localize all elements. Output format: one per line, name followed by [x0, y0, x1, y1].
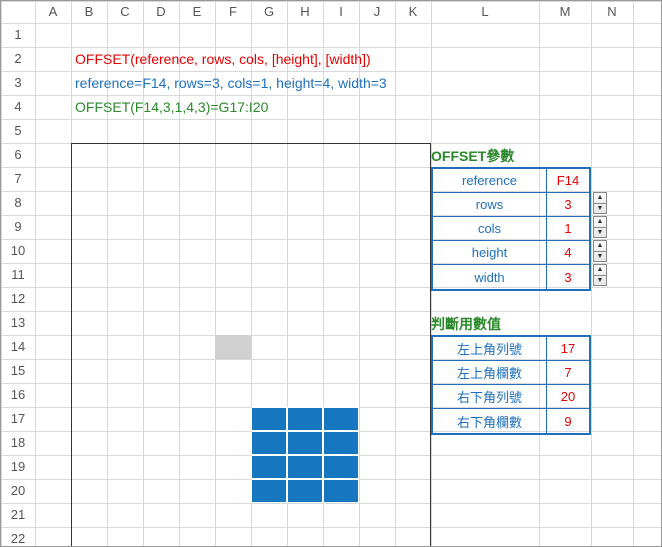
judge-label: 右下角欄數	[433, 409, 547, 433]
row-header-19[interactable]: 19	[1, 455, 35, 479]
col-header-F[interactable]: F	[215, 1, 251, 23]
formula-result: OFFSET(F14,3,1,4,3)=G17:I20	[71, 95, 471, 119]
result-cell	[251, 479, 287, 503]
judge-row: 左上角列號17	[433, 337, 589, 361]
param-value: 3	[547, 265, 589, 289]
param-label: cols	[433, 217, 547, 240]
row-header-12[interactable]: 12	[1, 287, 35, 311]
result-cell	[323, 455, 359, 479]
judge-row: 右下角列號20	[433, 385, 589, 409]
judge-row: 左上角欄數7	[433, 361, 589, 385]
col-header-A[interactable]: A	[35, 1, 71, 23]
param-row-rows: rows3	[433, 193, 589, 217]
row-header-6[interactable]: 6	[1, 143, 35, 167]
row-header-22[interactable]: 22	[1, 527, 35, 547]
param-label: width	[433, 265, 547, 289]
row-header-4[interactable]: 4	[1, 95, 35, 119]
spinner-width[interactable]: ▲▼	[593, 264, 607, 286]
col-header-J[interactable]: J	[359, 1, 395, 23]
judge-value: 20	[547, 385, 589, 408]
row-header-17[interactable]: 17	[1, 407, 35, 431]
row-header-13[interactable]: 13	[1, 311, 35, 335]
col-header-L[interactable]: L	[431, 1, 539, 23]
spinner-cols[interactable]: ▲▼	[593, 216, 607, 238]
judge-value: 9	[547, 409, 589, 433]
param-row-cols: cols1	[433, 217, 589, 241]
judge-value: 17	[547, 337, 589, 360]
spreadsheet[interactable]: ABCDEFGHIJKLMN12345678910111213141516171…	[0, 0, 662, 547]
formula-args: reference=F14, rows=3, cols=1, height=4,…	[71, 71, 471, 95]
row-header-14[interactable]: 14	[1, 335, 35, 359]
judge-row: 右下角欄數9	[433, 409, 589, 433]
result-cell	[251, 431, 287, 455]
param-label: height	[433, 241, 547, 264]
spinner-rows[interactable]: ▲▼	[593, 192, 607, 214]
row-header-9[interactable]: 9	[1, 215, 35, 239]
col-header-G[interactable]: G	[251, 1, 287, 23]
col-header-I[interactable]: I	[323, 1, 359, 23]
param-label: rows	[433, 193, 547, 216]
param-row-width: width3	[433, 265, 589, 289]
param-table: referenceF14rows3cols1height4width3	[431, 167, 591, 291]
row-header-1[interactable]: 1	[1, 23, 35, 47]
result-cell	[323, 407, 359, 431]
param-value: F14	[547, 169, 589, 192]
spinner-height[interactable]: ▲▼	[593, 240, 607, 262]
row-header-7[interactable]: 7	[1, 167, 35, 191]
spinner-up-icon[interactable]: ▲	[594, 241, 606, 252]
col-header-N[interactable]: N	[591, 1, 633, 23]
judge-section-title: 判斷用數值	[431, 314, 501, 334]
result-cell	[323, 431, 359, 455]
col-header-M[interactable]: M	[539, 1, 591, 23]
col-header-C[interactable]: C	[107, 1, 143, 23]
row-header-18[interactable]: 18	[1, 431, 35, 455]
col-header-H[interactable]: H	[287, 1, 323, 23]
result-cell	[287, 455, 323, 479]
param-label: reference	[433, 169, 547, 192]
result-cell	[287, 407, 323, 431]
spinner-up-icon[interactable]: ▲	[594, 265, 606, 276]
row-header-5[interactable]: 5	[1, 119, 35, 143]
param-value: 1	[547, 217, 589, 240]
col-header-E[interactable]: E	[179, 1, 215, 23]
row-header-2[interactable]: 2	[1, 47, 35, 71]
param-row-height: height4	[433, 241, 589, 265]
reference-cell-F14	[215, 335, 251, 359]
col-header-B[interactable]: B	[71, 1, 107, 23]
spinner-down-icon[interactable]: ▼	[594, 204, 606, 214]
result-cell	[251, 407, 287, 431]
result-cell	[251, 455, 287, 479]
row-header-20[interactable]: 20	[1, 479, 35, 503]
judge-table: 左上角列號17左上角欄數7右下角列號20右下角欄數9	[431, 335, 591, 435]
judge-label: 左上角欄數	[433, 361, 547, 384]
row-header-15[interactable]: 15	[1, 359, 35, 383]
row-header-21[interactable]: 21	[1, 503, 35, 527]
judge-label: 右下角列號	[433, 385, 547, 408]
spinner-up-icon[interactable]: ▲	[594, 193, 606, 204]
result-cell	[287, 479, 323, 503]
row-header-16[interactable]: 16	[1, 383, 35, 407]
row-header-8[interactable]: 8	[1, 191, 35, 215]
result-cell	[287, 431, 323, 455]
param-value: 4	[547, 241, 589, 264]
judge-value: 7	[547, 361, 589, 384]
row-header-10[interactable]: 10	[1, 239, 35, 263]
result-cell	[323, 479, 359, 503]
row-header-3[interactable]: 3	[1, 71, 35, 95]
formula-syntax: OFFSET(reference, rows, cols, [height], …	[71, 47, 471, 71]
spinner-up-icon[interactable]: ▲	[594, 217, 606, 228]
spinner-down-icon[interactable]: ▼	[594, 228, 606, 238]
row-header-11[interactable]: 11	[1, 263, 35, 287]
judge-label: 左上角列號	[433, 337, 547, 360]
col-header-D[interactable]: D	[143, 1, 179, 23]
col-header-K[interactable]: K	[395, 1, 431, 23]
param-value: 3	[547, 193, 589, 216]
param-row-reference: referenceF14	[433, 169, 589, 193]
spinner-down-icon[interactable]: ▼	[594, 276, 606, 286]
spinner-down-icon[interactable]: ▼	[594, 252, 606, 262]
param-section-title: OFFSET參數	[431, 146, 514, 166]
